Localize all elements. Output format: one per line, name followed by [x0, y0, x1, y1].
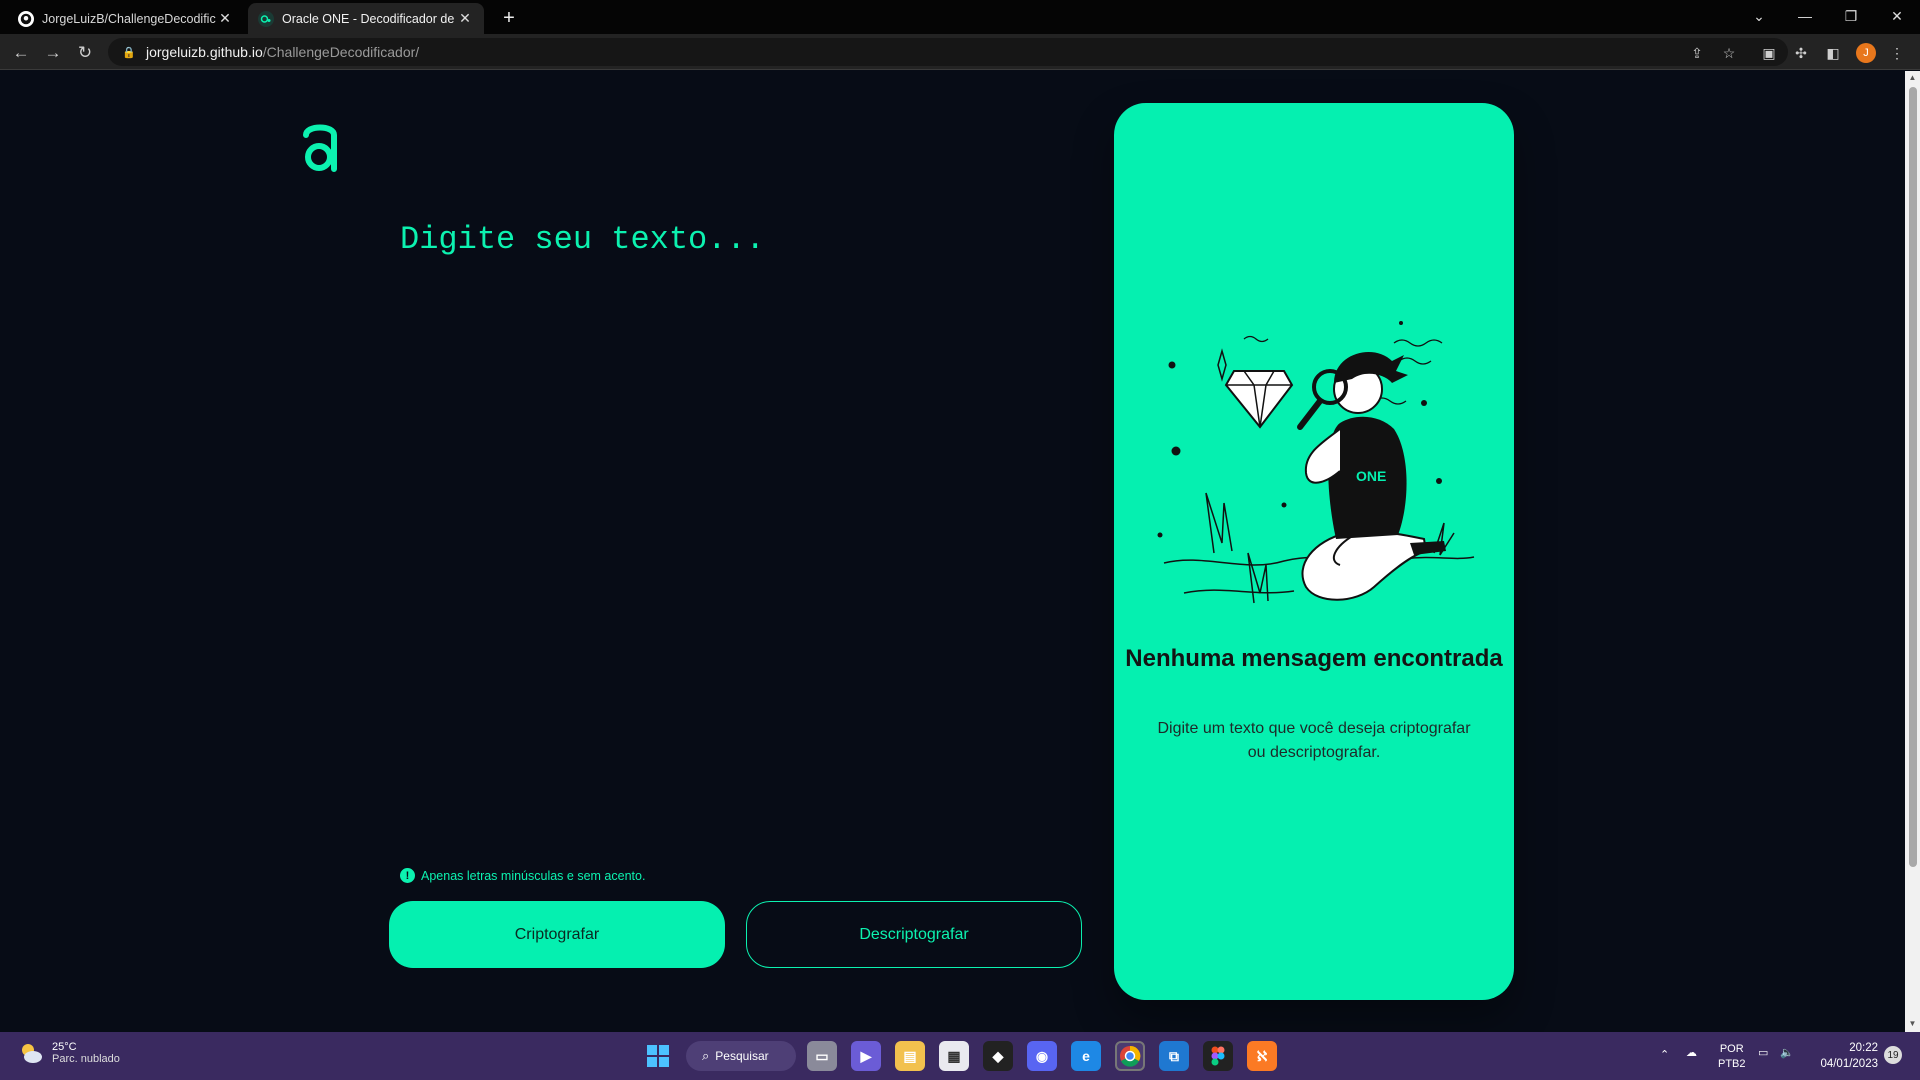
partly-cloudy-icon	[22, 1044, 42, 1063]
back-arrow-icon[interactable]: ←	[8, 40, 34, 66]
chevron-up-icon[interactable]: ⌃	[1660, 1048, 1669, 1061]
share-icon[interactable]: ⇪	[1686, 42, 1708, 64]
decrypt-button[interactable]: Descriptografar	[746, 901, 1082, 968]
tab-oracle-one[interactable]: Oracle ONE - Decodificador de Texto ✕	[248, 3, 484, 34]
extensions-puzzle-icon[interactable]: ✣	[1790, 42, 1812, 64]
tab-search-chevron-icon[interactable]: ⌄	[1736, 0, 1782, 32]
bookmark-star-icon[interactable]: ☆	[1718, 42, 1740, 64]
chrome-icon[interactable]	[1115, 1041, 1145, 1071]
volume-icon[interactable]: 🔈	[1780, 1046, 1794, 1059]
microsoft-store-icon[interactable]: ▦	[939, 1041, 969, 1071]
input-hint: ! Apenas letras minúsculas e sem acento.	[400, 868, 645, 883]
message-input[interactable]	[400, 221, 1060, 761]
windows-taskbar: 25°C Parc. nublado ⌕ Pesquisar ▭ ▶ ▤ ▦ ◆…	[0, 1032, 1920, 1080]
site-favicon-icon	[258, 10, 274, 27]
encrypt-button[interactable]: Criptografar	[389, 901, 725, 968]
hint-text: Apenas letras minúsculas e sem acento.	[421, 868, 646, 883]
minimize-button[interactable]: —	[1782, 0, 1828, 32]
new-tab-button[interactable]: +	[496, 5, 522, 31]
scroll-down-icon[interactable]: ▼	[1908, 1019, 1917, 1028]
shirt-text: ONE	[1356, 468, 1386, 484]
page-content: ! Apenas letras minúsculas e sem acento.…	[0, 71, 1905, 1032]
weather-temperature: 25°C	[52, 1041, 77, 1053]
reload-icon[interactable]: ↻	[72, 40, 98, 66]
tab-title: Oracle ONE - Decodificador de Texto	[282, 11, 456, 26]
vscode-icon[interactable]: ⧉	[1159, 1041, 1189, 1071]
side-panel-icon[interactable]: ◧	[1822, 42, 1844, 64]
language-code: POR	[1719, 1043, 1744, 1055]
tab-title: JorgeLuizB/ChallengeDecodificador	[42, 11, 216, 26]
weather-description: Parc. nublado	[52, 1053, 120, 1065]
windows-start-icon[interactable]	[643, 1041, 673, 1071]
empty-state-subtitle: Digite um texto que você deseja criptogr…	[1157, 720, 1471, 761]
output-panel: ONE Nenhuma mensagem encontrada Digite u…	[1114, 103, 1514, 1000]
empty-state-title: Nenhuma mensagem encontrada	[1125, 645, 1503, 672]
onedrive-cloud-icon[interactable]: ☁	[1686, 1046, 1697, 1059]
search-icon: ⌕	[702, 1048, 710, 1063]
clock-time: 20:22	[1849, 1042, 1878, 1054]
figma-icon[interactable]	[1203, 1041, 1233, 1071]
close-icon[interactable]: ✕	[216, 10, 234, 27]
app-icon[interactable]: ◆	[983, 1041, 1013, 1071]
url-host: jorgeluizb.github.io	[146, 44, 263, 60]
browser-toolbar: ← → ↻ 🔒 jorgeluizb.github.io /ChallengeD…	[0, 34, 1920, 70]
close-window-button[interactable]: ✕	[1874, 0, 1920, 32]
task-view-icon[interactable]: ▭	[807, 1041, 837, 1071]
weather-widget[interactable]: 25°C Parc. nublado	[18, 1040, 120, 1066]
profile-avatar[interactable]: J	[1856, 43, 1876, 63]
forward-arrow-icon[interactable]: →	[40, 40, 66, 66]
xampp-icon[interactable]: ℵ	[1247, 1041, 1277, 1071]
teams-chat-icon[interactable]: ▶	[851, 1041, 881, 1071]
restore-button[interactable]: ❐	[1828, 0, 1874, 32]
discord-icon[interactable]: ◉	[1027, 1041, 1057, 1071]
tab-github[interactable]: JorgeLuizB/ChallengeDecodificador ✕	[8, 3, 244, 34]
file-explorer-icon[interactable]: ▤	[895, 1041, 925, 1071]
search-label: Pesquisar	[715, 1049, 769, 1063]
edge-icon[interactable]: e	[1071, 1041, 1101, 1071]
alura-logo-icon	[303, 124, 337, 172]
lock-icon: 🔒	[122, 46, 136, 59]
notification-badge[interactable]: 19	[1884, 1046, 1902, 1064]
system-clock[interactable]: 20:22 04/01/2023	[1808, 1040, 1878, 1072]
person-with-magnifier-illustration: ONE	[1157, 321, 1475, 604]
scroll-up-icon[interactable]: ▲	[1908, 73, 1917, 82]
clock-date: 04/01/2023	[1820, 1058, 1878, 1070]
language-indicator[interactable]: POR PTB2	[1718, 1042, 1746, 1072]
menu-kebab-icon[interactable]: ⋮	[1886, 42, 1908, 64]
info-icon: !	[400, 868, 415, 883]
url-path: /ChallengeDecodificador/	[262, 44, 420, 60]
close-icon[interactable]: ✕	[456, 10, 474, 27]
extension-image-icon[interactable]: ▣	[1758, 42, 1780, 64]
page-scrollbar[interactable]: ▲ ▼	[1905, 71, 1920, 1032]
taskbar-search[interactable]: ⌕ Pesquisar	[686, 1041, 796, 1071]
network-icon[interactable]: ▭	[1758, 1046, 1768, 1059]
tab-strip: JorgeLuizB/ChallengeDecodificador ✕ Orac…	[0, 0, 1920, 34]
scrollbar-thumb[interactable]	[1909, 87, 1917, 867]
github-icon	[18, 10, 34, 27]
keyboard-layout: PTB2	[1718, 1058, 1746, 1070]
address-bar[interactable]: 🔒 jorgeluizb.github.io /ChallengeDecodif…	[108, 38, 1788, 66]
